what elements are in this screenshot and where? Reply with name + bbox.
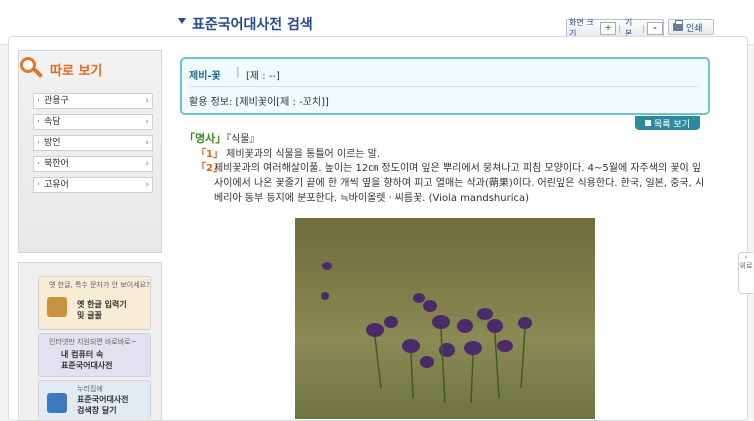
offline-dictionary-banner[interactable]: 인터넷만 지원되면 바로바로~ 내 컴퓨터 속 표준국어대사전 xyxy=(38,333,151,377)
zoom-divider: | xyxy=(618,23,621,33)
promo-title: 옛 한글 입력기 xyxy=(77,300,127,309)
promo-subtitle: 인터넷만 지원되면 바로바로~ xyxy=(49,338,137,346)
sense-2: 「2」 제비꽃과의 여러해살이풀. 높이는 12㎝ 정도이며 잎은 뿌리에서 뭉… xyxy=(196,161,708,206)
monitor-icon xyxy=(47,393,67,413)
pronunciation: [제 : --] xyxy=(246,71,280,82)
part-of-speech: 「명사」 xyxy=(184,132,227,145)
usage-info: 활용 정보: [제비꽃이[제 : -꼬치]] xyxy=(189,97,329,108)
sidebar-item-label: 북한어 xyxy=(44,159,69,169)
sidebar-item-idiom[interactable]: 관용구 › xyxy=(33,93,153,109)
zoom-out-button[interactable]: - xyxy=(646,21,663,35)
sidebar-title: 따로 보기 xyxy=(50,63,103,79)
promo-title-2: 표준국어대사전 xyxy=(61,361,113,370)
promo-title-2: 검색창 달기 xyxy=(77,406,117,415)
sidebar-item-native-word[interactable]: 고유어 › xyxy=(33,177,153,193)
chevron-right-icon: › xyxy=(145,180,149,190)
divider xyxy=(189,86,699,87)
search-widget-banner[interactable]: 누리집에 표준국어대사전 검색창 달기 xyxy=(38,380,151,420)
headword-separator: | xyxy=(236,65,240,78)
promo-subtitle: 옛 한글, 특수 문자가 안 보이세요? xyxy=(49,281,150,289)
scroll-top-tab[interactable]: ‹ 위로 xyxy=(738,252,753,294)
sense-number: 「1」 xyxy=(196,149,223,160)
magnifier-icon xyxy=(18,56,44,82)
chevron-up-icon: ‹ xyxy=(744,253,748,261)
list-icon xyxy=(645,120,651,126)
sidebar-item-label: 관용구 xyxy=(44,96,69,106)
promo-title: 표준국어대사전 xyxy=(77,395,129,404)
sidebar-item-label: 속담 xyxy=(44,117,61,127)
violet-illustration xyxy=(321,262,532,404)
sidebar-header: 따로 보기 xyxy=(18,56,102,82)
print-button[interactable]: 인쇄 xyxy=(668,19,714,35)
old-hangul-input-banner[interactable]: 옛 한글, 특수 문자가 안 보이세요? 옛 한글 입력기 및 글꼴 xyxy=(38,276,151,330)
scroll-top-label: 위로 xyxy=(739,262,753,270)
sidebar-list: 관용구 › 속담 › 방언 › 북한어 › 고유어 › xyxy=(33,93,153,198)
zoom-divider-2: | xyxy=(642,23,645,33)
sidebar-item-north-korean[interactable]: 북한어 › xyxy=(33,156,153,172)
sidebar-item-label: 방언 xyxy=(44,138,61,148)
chevron-right-icon: › xyxy=(145,138,149,148)
sense-text: 제비꽃과의 식물을 통틀어 이르는 말. xyxy=(226,149,381,160)
sidebar-item-dialect[interactable]: 방언 › xyxy=(33,135,153,151)
sidebar-item-label: 고유어 xyxy=(44,180,69,190)
promo-title: 내 컴퓨터 속 xyxy=(61,350,104,359)
headword: 제비-꽃 xyxy=(189,71,221,82)
zoom-in-button[interactable]: + xyxy=(600,21,617,35)
title-arrow-icon xyxy=(178,18,186,24)
toc-button[interactable]: 목록 보기 xyxy=(635,116,700,130)
category: 『식물』 xyxy=(221,134,260,145)
violet-photo xyxy=(295,218,595,419)
chevron-right-icon: › xyxy=(145,96,149,106)
promo-subtitle: 누리집에 xyxy=(77,385,103,393)
print-label: 인쇄 xyxy=(686,23,703,34)
chevron-right-icon: › xyxy=(145,117,149,127)
sidebar-item-proverb[interactable]: 속담 › xyxy=(33,114,153,130)
sense-text: 제비꽃과의 여러해살이풀. 높이는 12㎝ 정도이며 잎은 뿌리에서 뭉쳐나고 … xyxy=(214,163,705,204)
promo-title-2: 및 글꼴 xyxy=(77,311,102,320)
keyboard-icon xyxy=(47,297,67,317)
zoom-control: 화면 크기 + | 기본 | - xyxy=(566,18,664,38)
sense-1: 「1」 제비꽃과의 식물을 통틀어 이르는 말. xyxy=(196,147,380,162)
printer-icon xyxy=(673,20,683,31)
chevron-right-icon: › xyxy=(145,159,149,169)
page-title: 표준국어대사전 검색 xyxy=(192,17,313,33)
toc-label: 목록 보기 xyxy=(654,119,690,130)
